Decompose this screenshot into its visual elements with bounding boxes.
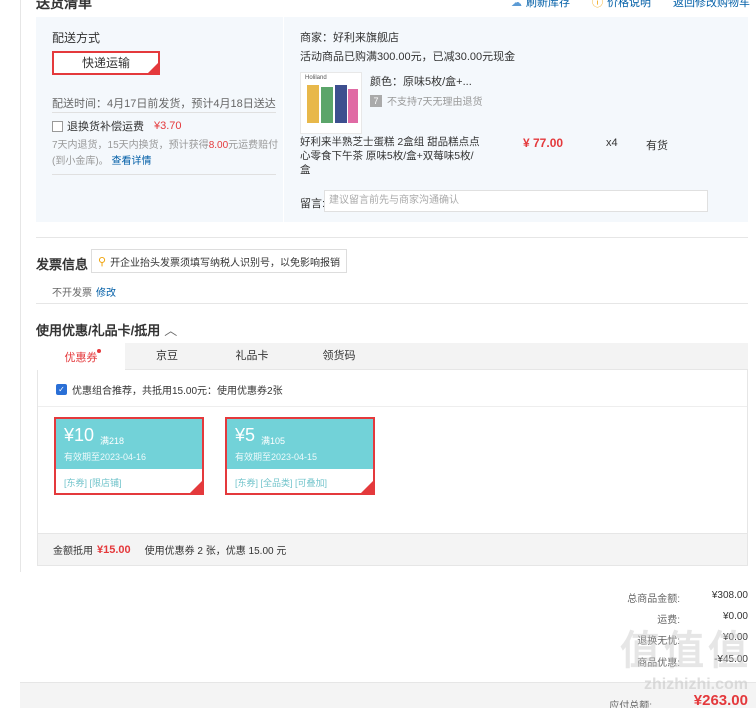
product-price: ¥ 77.00 xyxy=(523,136,564,150)
coupon-panel: ✓ 优惠组合推荐，共抵用15.00元：使用优惠券2张 ¥10 满218 有效期至… xyxy=(37,370,748,534)
back-to-cart-link[interactable]: 返回修改购物车 xyxy=(673,0,750,10)
location-pin-icon: ⚲ xyxy=(98,255,107,268)
refresh-icon: ☁ xyxy=(511,0,522,9)
coupon-footer-amount: ¥15.00 xyxy=(97,543,131,556)
product-thumbnail[interactable]: Holiland xyxy=(300,72,362,134)
total-label: 应付总额: xyxy=(609,701,652,708)
summary-row: 总商品金额: ¥308.00 xyxy=(627,590,748,605)
insurance-checkbox[interactable] xyxy=(52,120,63,132)
coupon-condition: 满218 xyxy=(100,436,125,446)
selected-corner-icon xyxy=(148,63,158,73)
refresh-stock-link[interactable]: ☁ 刷新库存 xyxy=(511,0,570,10)
coupon-tags: [东券] [全品类] [可叠加] xyxy=(235,478,328,488)
selected-corner-icon xyxy=(190,481,202,493)
memo-label: 留言: xyxy=(300,198,326,210)
order-box: 配送方式 快递运输 配送时间：4月17日前发货，预计4月18日送达 退换货补偿运… xyxy=(36,17,748,222)
shipping-time: 配送时间：4月17日前发货，预计4月18日送达 xyxy=(52,98,276,110)
insurance-label: 退换货补偿运费 xyxy=(67,121,144,133)
product-qty: x4 xyxy=(606,137,618,149)
divider xyxy=(52,112,276,113)
thumb-brand: Holiland xyxy=(305,75,327,81)
coupon-section-title[interactable]: 使用优惠/礼品卡/抵用 ︿ xyxy=(36,320,177,339)
return-icon: 7 xyxy=(370,94,382,107)
insurance-price: ¥3.70 xyxy=(154,120,182,132)
info-icon: ⓘ xyxy=(592,0,603,9)
coupon-expiry: 有效期至2023-04-15 xyxy=(235,452,318,462)
divider xyxy=(52,174,276,175)
new-dot-icon xyxy=(97,349,101,353)
combo-recommend[interactable]: ✓ 优惠组合推荐，共抵用15.00元：使用优惠券2张 xyxy=(56,382,283,397)
left-border xyxy=(20,0,21,572)
insurance-row: 退换货补偿运费 ¥3.70 xyxy=(52,118,182,134)
shipping-method-button[interactable]: 快递运输 xyxy=(52,51,160,75)
insurance-desc: 7天内退货，15天内换货，预计获得8.00元运费赔付(到小金库)。 查看详情 xyxy=(52,140,279,167)
memo-input[interactable]: 建议留言前先与商家沟通确认 xyxy=(324,190,708,212)
invoice-edit-link[interactable]: 修改 xyxy=(96,288,116,299)
price-info-link[interactable]: ⓘ 价格说明 xyxy=(592,0,651,10)
section-divider xyxy=(36,237,748,238)
checkbox-checked-icon: ✓ xyxy=(56,384,67,395)
product-color: 颜色：原味5枚/盒+... xyxy=(370,76,472,88)
coupon-card[interactable]: ¥10 满218 有效期至2023-04-16 [东券] [限店铺] xyxy=(54,417,204,495)
coupon-card[interactable]: ¥5 满105 有效期至2023-04-15 [东券] [全品类] [可叠加] xyxy=(225,417,375,495)
product-panel: 商家：好利来旗舰店 活动商品已购满300.00元，已减30.00元现金 Holi… xyxy=(286,17,748,222)
divider xyxy=(38,406,747,407)
chevron-up-icon: ︿ xyxy=(164,323,178,338)
promo-text: 活动商品已购满300.00元，已减30.00元现金 xyxy=(300,51,516,63)
tab-coupons[interactable]: 优惠券 xyxy=(37,343,125,370)
watermark: 值值值 xyxy=(620,629,752,673)
total-value: ¥263.00 xyxy=(693,692,748,708)
invoice-status: 不开发票 修改 xyxy=(52,288,116,299)
coupon-amount: ¥10 xyxy=(64,425,95,445)
selected-corner-icon xyxy=(361,481,373,493)
coupon-amount: ¥5 xyxy=(235,425,256,445)
invoice-tip: ⚲ 开企业抬头发票须填写纳税人识别号，以免影响报销 xyxy=(91,249,348,273)
watermark-url: zhizhizhi.com xyxy=(644,676,748,693)
coupon-expiry: 有效期至2023-04-16 xyxy=(64,452,147,462)
tab-pickup-code[interactable]: 领货码 xyxy=(295,343,383,370)
product-stock: 有货 xyxy=(646,140,668,152)
tab-giftcard[interactable]: 礼品卡 xyxy=(209,343,295,370)
page-title: 送货清单 xyxy=(36,0,92,11)
insurance-detail-link[interactable]: 查看详情 xyxy=(111,156,151,167)
shipping-method-label: 配送方式 xyxy=(52,31,101,45)
tab-jingdou[interactable]: 京豆 xyxy=(125,343,209,370)
coupon-tabs: 优惠券 京豆 礼品卡 领货码 xyxy=(37,343,748,370)
section-divider xyxy=(36,303,748,304)
invoice-title: 发票信息 xyxy=(36,257,89,272)
no-return-note: 7 不支持7天无理由退货 xyxy=(370,93,483,108)
shipping-panel: 配送方式 快递运输 配送时间：4月17日前发货，预计4月18日送达 退换货补偿运… xyxy=(36,17,284,222)
coupon-tags: [东券] [限店铺] xyxy=(64,478,122,488)
coupon-footer: 金额抵用 ¥15.00 使用优惠券 2 张，优惠 15.00 元 xyxy=(37,534,748,566)
product-name[interactable]: 好利来半熟芝士蛋糕 2盒组 甜品糕点点心零食下午茶 原味5枚/盒+双莓味5枚/盒 xyxy=(300,135,480,177)
header-links: ☁ 刷新库存 ⓘ 价格说明 返回修改购物车 xyxy=(511,0,750,10)
shop-name: 商家：好利来旗舰店 xyxy=(300,32,399,44)
coupon-condition: 满105 xyxy=(261,436,286,446)
